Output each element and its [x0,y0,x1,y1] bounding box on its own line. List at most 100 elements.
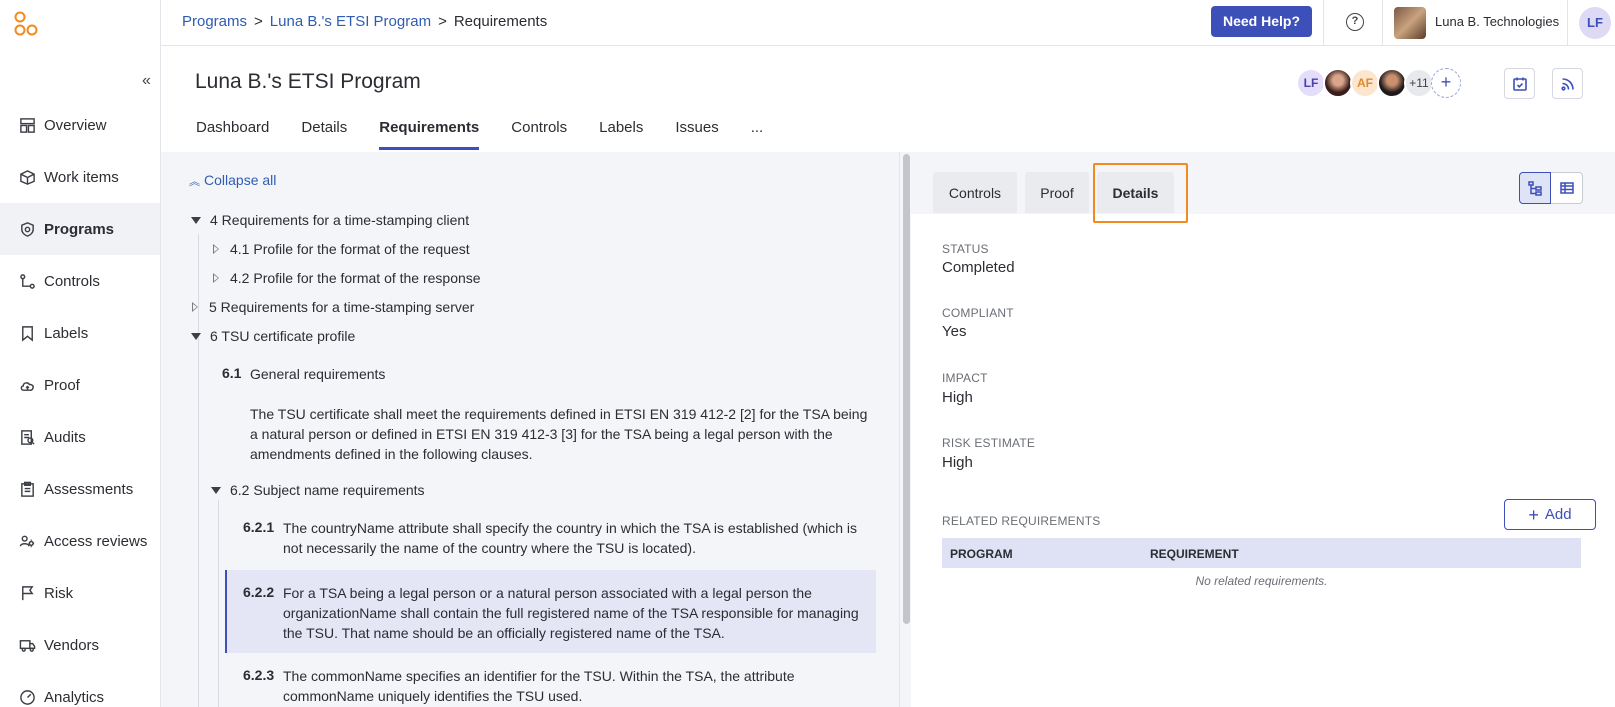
impact-label: IMPACT [942,371,988,385]
label-icon [18,324,36,342]
sidebar-item-analytics[interactable]: Analytics [0,671,160,707]
related-requirements-label: RELATED REQUIREMENTS [942,514,1101,528]
sidebar-item-controls[interactable]: Controls [0,255,160,307]
add-related-requirement-button[interactable]: + Add [1504,499,1596,530]
cloud-icon [18,376,36,394]
member-avatar[interactable]: LF [1296,68,1326,98]
risk-estimate-label: RISK ESTIMATE [942,436,1036,450]
app-logo-icon[interactable] [13,11,39,37]
scrollbar-thumb[interactable] [903,154,910,624]
box-icon [18,168,36,186]
tab-dashboard[interactable]: Dashboard [196,110,269,150]
sidebar-item-programs[interactable]: Programs [0,203,160,255]
column-header-program[interactable]: PROGRAM [950,547,1013,561]
sidebar-item-proof[interactable]: Proof [0,359,160,411]
member-avatar[interactable]: AF [1350,68,1380,98]
sidebar-item-label: Risk [44,584,74,602]
tree-node-4-1[interactable]: 4.1 Profile for the format of the reques… [213,241,470,257]
tab-more[interactable]: ... [751,110,764,150]
calendar-check-icon [1512,77,1527,91]
caret-right-icon[interactable] [213,273,220,283]
tree-node-6[interactable]: 6 TSU certificate profile [191,328,355,344]
top-bar: Programs > Luna B.'s ETSI Program > Requirem… [161,0,1615,46]
focus-highlight [1093,163,1188,223]
detail-tab-proof[interactable]: Proof [1025,172,1089,213]
tab-controls[interactable]: Controls [511,110,567,150]
sidebar-collapse-icon[interactable]: « [142,72,151,90]
sidebar-item-label: Labels [44,324,89,342]
sidebar-item-label: Access reviews [44,532,148,550]
sidebar: « Overview Work items Programs Controls … [0,0,161,707]
tab-requirements[interactable]: Requirements [379,110,480,150]
sidebar-item-label: Assessments [44,480,134,498]
requirement-text[interactable]: The countryName attribute shall specify … [283,518,878,558]
gauge-icon [18,688,36,706]
tree-view-icon [1528,181,1542,196]
add-member-button[interactable]: + [1431,68,1461,98]
rss-feed-button[interactable] [1552,68,1583,99]
sidebar-item-overview[interactable]: Overview [0,99,160,151]
caret-right-icon[interactable] [213,244,220,254]
sidebar-item-label: Controls [44,272,100,290]
sidebar-item-label: Programs [44,220,115,238]
clipboard-icon [18,480,36,498]
tree-scrollbar[interactable] [899,152,911,707]
member-avatar-photo[interactable] [1323,68,1353,98]
tree-node-4-2[interactable]: 4.2 Profile for the format of the respon… [213,270,481,286]
requirement-title[interactable]: General requirements [250,364,385,384]
more-members-badge[interactable]: +11 [1404,68,1434,98]
table-view-button[interactable] [1551,172,1583,204]
program-tabs: Dashboard Details Requirements Controls … [196,110,795,150]
org-avatar[interactable] [1394,7,1426,39]
sidebar-item-vendors[interactable]: Vendors [0,619,160,671]
sidebar-item-access-reviews[interactable]: Access reviews [0,515,160,567]
impact-value: High [942,389,973,406]
collapse-all-button[interactable]: ︽ Collapse all [189,172,276,189]
detail-tab-controls[interactable]: Controls [933,172,1017,213]
tree-view-button[interactable] [1519,172,1551,204]
tree-node-6-2[interactable]: 6.2 Subject name requirements [211,482,425,498]
org-name[interactable]: Luna B. Technologies [1435,14,1559,29]
column-header-requirement[interactable]: REQUIREMENT [1150,547,1239,561]
breadcrumb-programs-link[interactable]: Programs [182,13,247,30]
sidebar-item-label: Analytics [44,688,105,706]
requirement-text[interactable]: The commonName specifies an identifier f… [283,666,873,706]
table-icon [1559,182,1574,194]
tab-labels[interactable]: Labels [599,110,643,150]
caret-down-icon[interactable] [191,332,201,340]
status-label: STATUS [942,242,989,256]
risk-estimate-value: High [942,454,973,471]
need-help-button[interactable]: Need Help? [1211,6,1313,37]
requirement-number: 6.1 [222,365,242,381]
requirement-text: The TSU certificate shall meet the requi… [250,406,868,462]
tab-issues[interactable]: Issues [675,110,718,150]
access-icon [18,532,36,550]
sidebar-item-labels[interactable]: Labels [0,307,160,359]
status-value: Completed [942,259,1015,276]
compliant-label: COMPLIANT [942,306,1014,320]
caret-down-icon[interactable] [191,216,201,224]
sidebar-item-label: Overview [44,116,107,134]
tree-node-4[interactable]: 4 Requirements for a time-stamping clien… [191,212,469,228]
caret-right-icon[interactable] [192,302,199,312]
member-avatar-photo[interactable] [1377,68,1407,98]
controls-icon [18,272,36,290]
sidebar-item-audits[interactable]: Audits [0,411,160,463]
sidebar-item-work-items[interactable]: Work items [0,151,160,203]
caret-down-icon[interactable] [211,486,221,494]
breadcrumb-program-link[interactable]: Luna B.'s ETSI Program [270,13,431,30]
user-avatar[interactable]: LF [1579,7,1611,39]
requirement-text[interactable]: For a TSA being a legal person or a natu… [283,583,868,643]
page-title: Luna B.'s ETSI Program [195,70,421,93]
compliant-value: Yes [942,323,967,340]
help-question-icon[interactable]: ? [1346,13,1364,31]
breadcrumb-current: Requirements [453,13,548,30]
sidebar-item-assessments[interactable]: Assessments [0,463,160,515]
tree-node-5[interactable]: 5 Requirements for a time-stamping serve… [192,299,474,315]
tab-details[interactable]: Details [301,110,347,150]
requirement-number: 6.2.3 [243,667,275,683]
calendar-button[interactable] [1504,68,1535,99]
flag-icon [18,584,36,602]
sidebar-item-risk[interactable]: Risk [0,567,160,619]
sidebar-item-label: Proof [44,376,80,394]
